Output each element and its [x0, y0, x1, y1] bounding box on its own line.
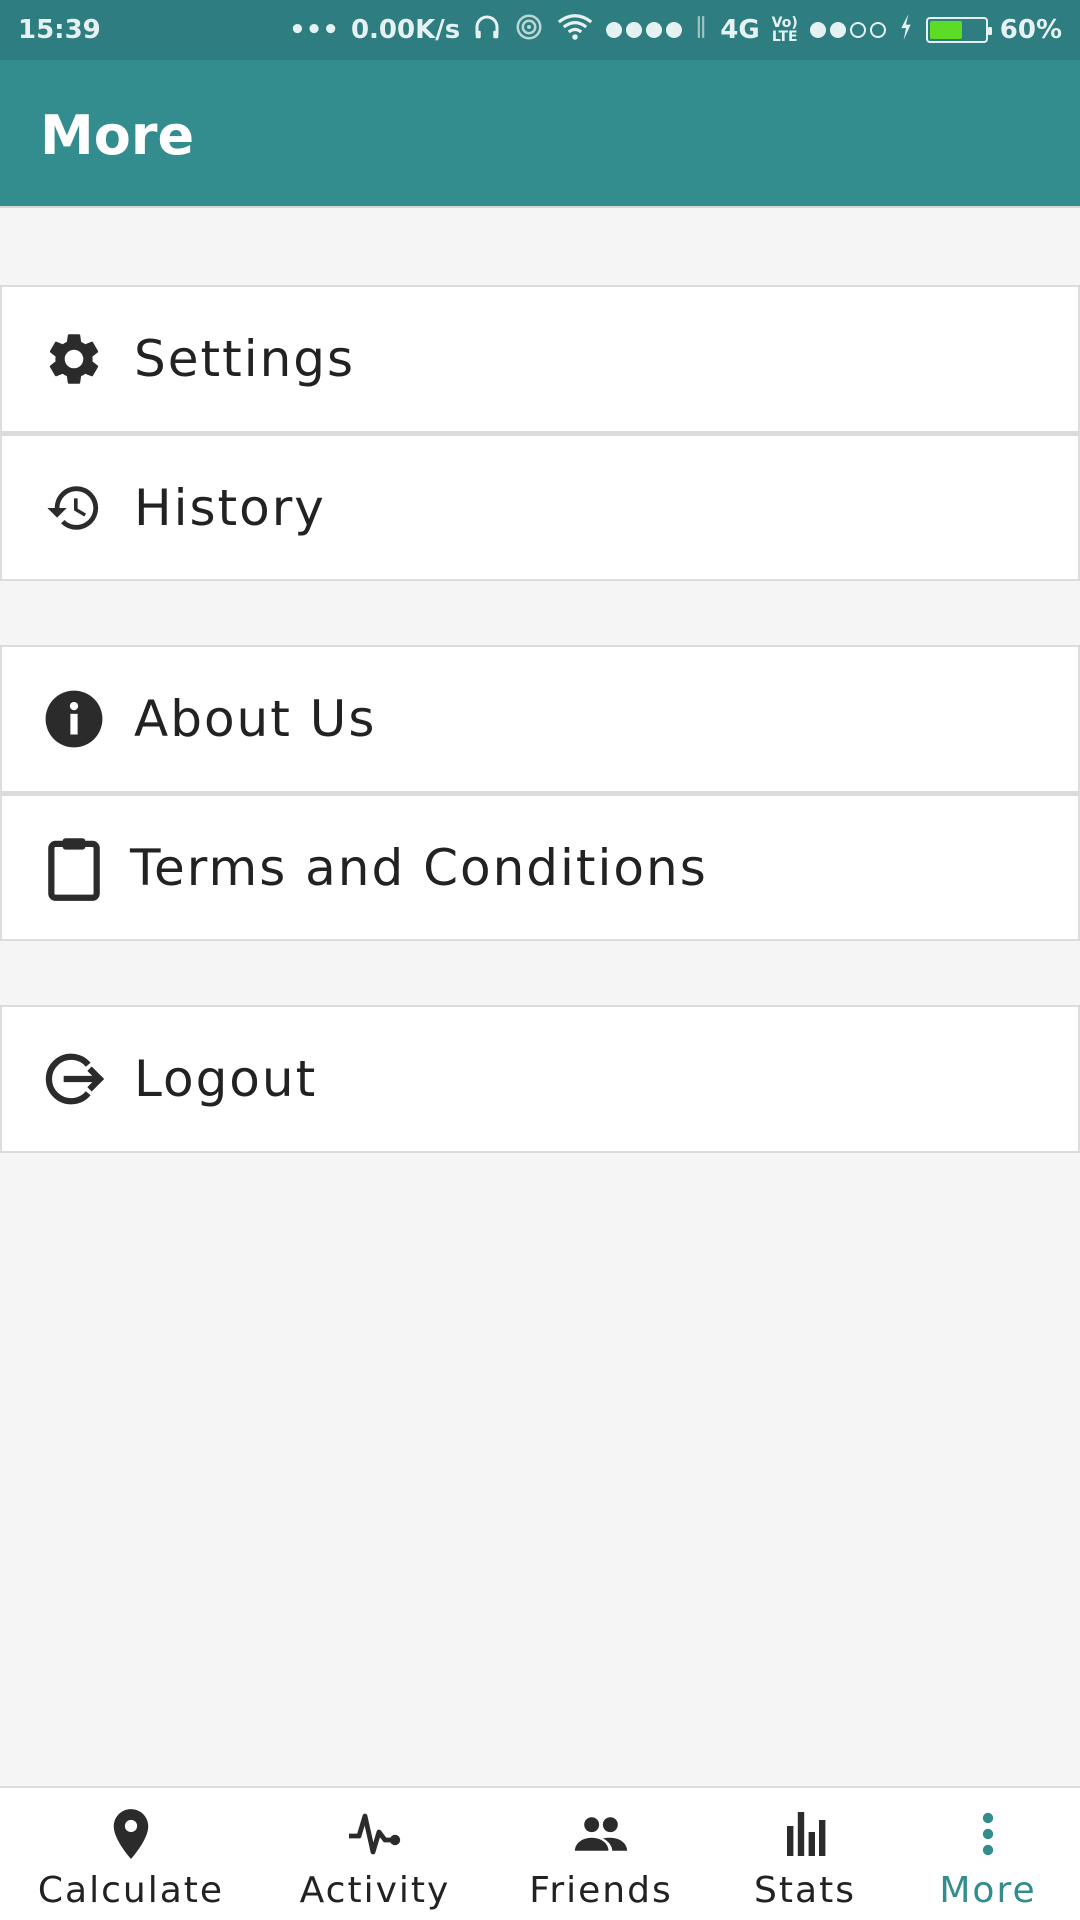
- about-us-menu-item[interactable]: About Us: [0, 645, 1080, 793]
- bottom-navigation: Calculate Activity Friends Stats More: [0, 1786, 1080, 1920]
- page-title: More: [40, 104, 195, 167]
- logout-icon: [40, 1045, 108, 1113]
- more-vert-icon: [960, 1806, 1016, 1862]
- status-icons: ••• 0.00K/s 4G Vo) LTE 60%: [289, 12, 1062, 49]
- pulse-icon: [347, 1806, 403, 1862]
- tab-friends[interactable]: Friends: [488, 1788, 714, 1920]
- location-pin-icon: [103, 1806, 159, 1862]
- gear-icon: [40, 325, 108, 393]
- menu-group-info: About Us Terms and Conditions: [0, 645, 1080, 941]
- bar-chart-icon: [777, 1806, 833, 1862]
- people-icon: [573, 1806, 629, 1862]
- battery-icon: [925, 17, 992, 43]
- tab-friends-label: Friends: [529, 1870, 673, 1911]
- tab-more-label: More: [939, 1870, 1037, 1911]
- battery-percent: 60%: [999, 15, 1062, 45]
- signal-sim2-icon: [809, 22, 886, 38]
- network-speed: 0.00K/s: [350, 15, 461, 45]
- app-bar: More: [0, 60, 1080, 208]
- tab-stats[interactable]: Stats: [714, 1788, 896, 1920]
- tab-activity[interactable]: Activity: [262, 1788, 488, 1920]
- headphones-icon: [472, 12, 502, 49]
- settings-label: Settings: [134, 330, 356, 388]
- menu-group-primary: Settings History: [0, 285, 1080, 581]
- charging-icon: [898, 13, 914, 48]
- tab-activity-label: Activity: [299, 1870, 451, 1911]
- wifi-icon: [556, 12, 594, 49]
- tab-calculate-label: Calculate: [37, 1870, 225, 1911]
- network-type: 4G: [720, 15, 760, 45]
- volte-bottom: LTE: [771, 29, 798, 45]
- history-label: History: [134, 478, 326, 537]
- battery-level: [929, 21, 962, 39]
- more-notifications-icon: •••: [289, 15, 339, 45]
- terms-menu-item[interactable]: Terms and Conditions: [0, 793, 1080, 941]
- volte-icon: Vo) LTE: [772, 16, 798, 44]
- status-bar: 15:39 ••• 0.00K/s 4G Vo) LTE 60%: [0, 0, 1080, 60]
- status-time: 15:39: [18, 15, 101, 45]
- settings-menu-item[interactable]: Settings: [0, 285, 1080, 433]
- menu-group-account: Logout: [0, 1005, 1080, 1153]
- tab-stats-label: Stats: [754, 1870, 856, 1911]
- info-icon: [40, 685, 108, 753]
- about-us-label: About Us: [134, 690, 377, 748]
- logout-label: Logout: [134, 1050, 318, 1108]
- tab-calculate[interactable]: Calculate: [0, 1788, 262, 1920]
- history-icon: [40, 474, 108, 542]
- history-menu-item[interactable]: History: [0, 433, 1080, 581]
- data-arrows-icon: [694, 14, 708, 47]
- clipboard-icon: [40, 834, 108, 902]
- logout-menu-item[interactable]: Logout: [0, 1005, 1080, 1153]
- tab-more[interactable]: More: [896, 1788, 1080, 1920]
- terms-label: Terms and Conditions: [130, 838, 708, 897]
- signal-sim1-icon: [606, 22, 683, 38]
- hotspot-icon: [514, 12, 544, 49]
